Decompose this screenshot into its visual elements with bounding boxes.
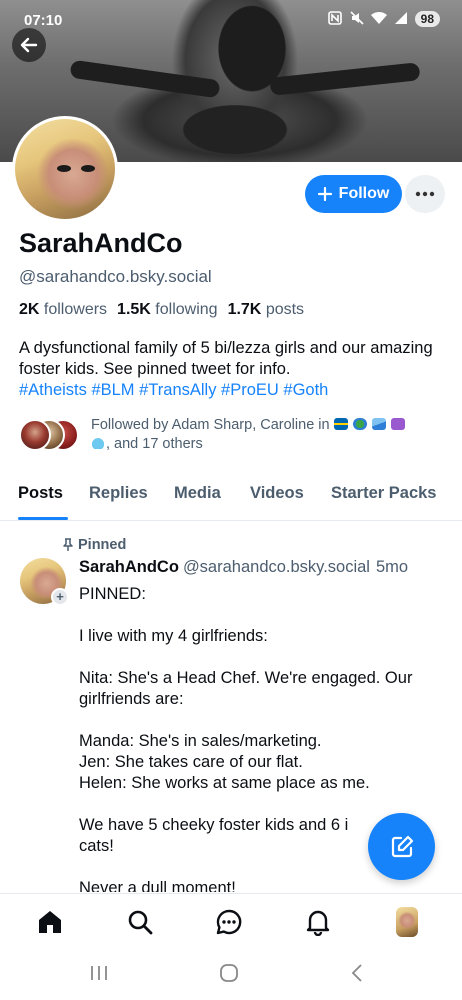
followed-by-text: Followed by Adam Sharp, Caroline in , an… (91, 416, 451, 454)
post-header: SarahAndCo @sarahandco.bsky.social 5mo (79, 558, 459, 577)
status-bar: 07:10 98 (0, 6, 462, 36)
recent-apps-icon (91, 966, 107, 980)
posts-label: posts (265, 301, 305, 318)
bio-hashtags[interactable]: #Atheists #BLM #TransAlly #ProEU #Goth (19, 380, 439, 401)
profile-stats: 2K followers 1.5K following 1.7K posts (19, 301, 304, 319)
posts-count: 1.7K (227, 301, 262, 318)
tab-media[interactable]: Media (174, 484, 221, 503)
avatar-eye-left (57, 165, 71, 172)
signal-icon (393, 11, 409, 27)
nav-profile[interactable] (392, 907, 422, 937)
followed-by-line2: , and 17 others (106, 436, 203, 452)
followed-by-line1: Followed by Adam Sharp, Caroline in (91, 417, 330, 433)
display-name: SarahAndCo (19, 228, 183, 258)
tab-starter-packs[interactable]: Starter Packs (331, 484, 437, 503)
back-system-button[interactable] (350, 963, 364, 988)
compose-icon (391, 835, 413, 857)
following-label: following (155, 301, 218, 318)
profile-handle: @sarahandco.bsky.social (19, 267, 212, 286)
ellipsis-icon (415, 191, 435, 197)
pin-icon (63, 538, 73, 551)
follow-label: Follow (338, 185, 390, 202)
status-time: 07:10 (24, 12, 63, 29)
profile-avatar[interactable] (12, 116, 118, 222)
home-circle-icon (220, 964, 238, 982)
status-icons: 98 (327, 11, 440, 27)
bottom-navigation (0, 893, 462, 951)
avatar-eye-right (81, 165, 95, 172)
home-icon (39, 911, 61, 933)
more-options-button[interactable] (405, 175, 445, 213)
nav-home[interactable] (35, 907, 65, 937)
search-icon (128, 910, 153, 935)
compose-button[interactable] (368, 813, 435, 880)
profile-tabs: Posts Replies Media Videos Starter Packs (0, 478, 462, 521)
following-count: 1.5K (117, 301, 151, 318)
bio-text: A dysfunctional family of 5 bi/lezza gir… (19, 339, 433, 378)
wave-emoji (371, 418, 386, 430)
tab-videos[interactable]: Videos (250, 484, 304, 503)
nav-notifications[interactable] (303, 907, 333, 937)
pinned-indicator: Pinned (62, 537, 126, 553)
follow-button[interactable]: Follow (305, 175, 402, 213)
followed-by-row[interactable]: Followed by Adam Sharp, Caroline in , an… (19, 415, 449, 455)
infinity-emoji (390, 418, 405, 430)
plus-icon (317, 187, 332, 201)
nav-chat[interactable] (214, 907, 244, 937)
post-author-name[interactable]: SarahAndCo (79, 558, 179, 576)
chat-icon (216, 909, 242, 935)
chevron-left-icon (351, 964, 362, 982)
recent-apps-button[interactable] (90, 963, 108, 988)
nav-search[interactable] (125, 907, 155, 937)
profile-bio: A dysfunctional family of 5 bi/lezza gir… (19, 338, 439, 401)
sweden-flag-emoji (333, 418, 348, 430)
followers-stat[interactable]: 2K followers (19, 301, 107, 319)
follow-plus-badge[interactable]: + (51, 588, 69, 606)
pinned-label: Pinned (78, 537, 127, 553)
following-stat[interactable]: 1.5K following (117, 301, 218, 319)
back-button[interactable] (12, 28, 46, 62)
nfc-icon (327, 11, 343, 27)
arrow-left-icon (20, 37, 38, 53)
post-author-handle[interactable]: @sarahandco.bsky.social (183, 558, 370, 576)
system-navigation-bar (0, 951, 462, 1000)
follower-avatar-1 (19, 419, 51, 451)
battery-indicator: 98 (414, 11, 440, 27)
nav-profile-avatar (396, 907, 418, 937)
post-timestamp[interactable]: 5mo (376, 558, 408, 576)
followers-count: 2K (19, 301, 40, 318)
posts-stat: 1.7K posts (228, 301, 305, 319)
tab-replies[interactable]: Replies (89, 484, 148, 503)
globe-emoji (352, 418, 367, 430)
followers-label: followers (43, 301, 108, 318)
blue-heart-emoji (91, 437, 105, 449)
mute-icon (349, 11, 365, 27)
active-tab-indicator (18, 517, 68, 520)
wifi-icon (370, 11, 387, 27)
home-system-button[interactable] (219, 963, 239, 988)
bell-icon (306, 910, 330, 936)
profile-avatar-image (15, 119, 115, 219)
tab-posts[interactable]: Posts (18, 484, 63, 503)
